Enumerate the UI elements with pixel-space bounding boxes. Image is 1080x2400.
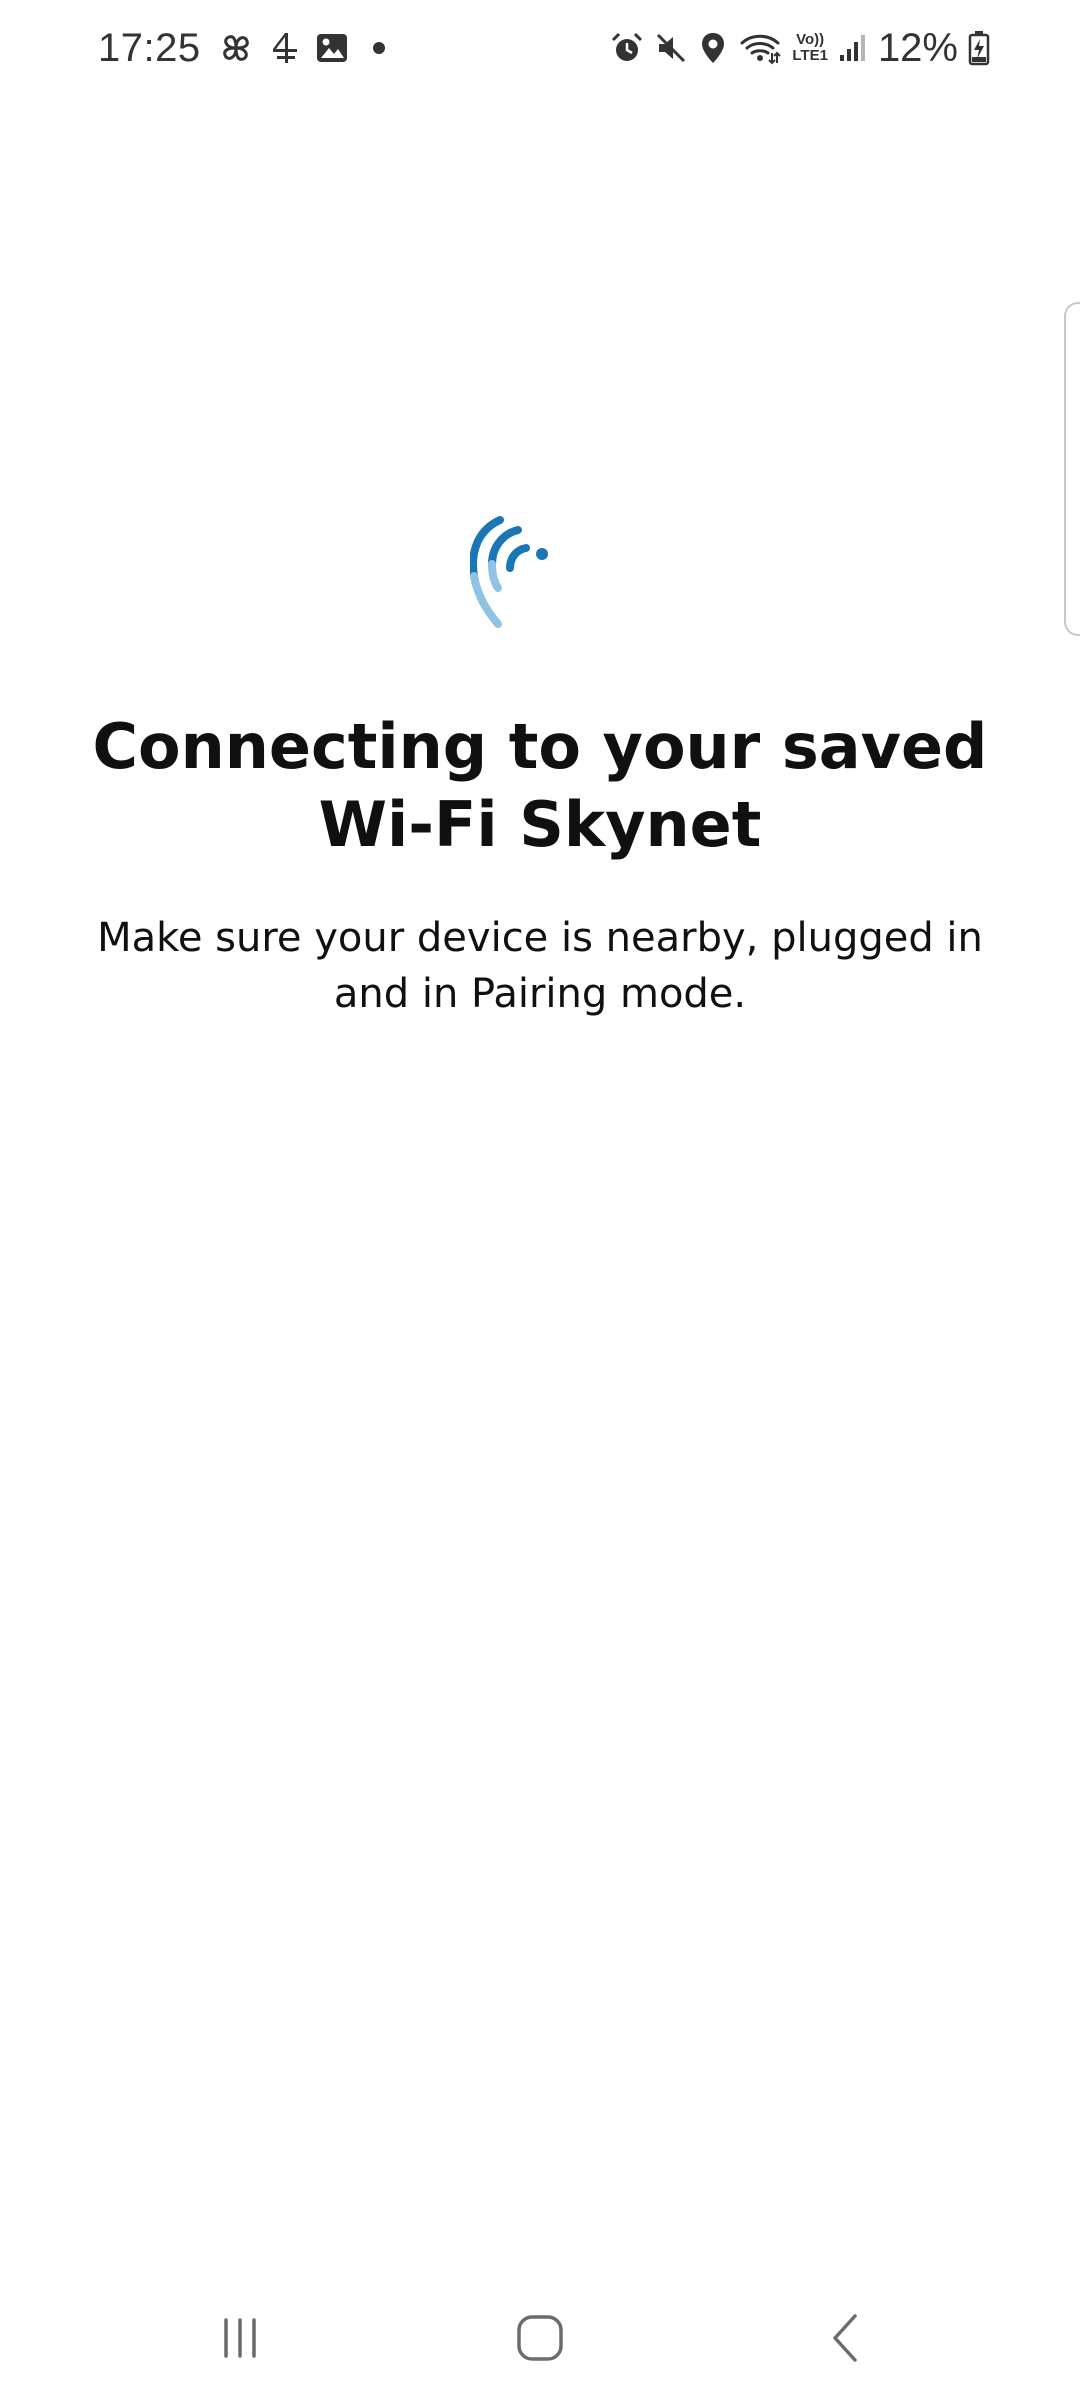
gallery-icon (315, 31, 349, 65)
mute-icon (654, 31, 688, 65)
signal-icon (838, 31, 868, 65)
connecting-signal-icon (469, 512, 560, 632)
page-subtitle: Make sure your device is nearby, plugged… (97, 915, 983, 1017)
location-icon (698, 31, 728, 65)
recents-icon (216, 2314, 264, 2366)
alarm-icon (610, 31, 644, 65)
navigation-bar (0, 2270, 1080, 2400)
home-icon (515, 2313, 565, 2367)
status-bar-right: Vo)) LTE1 12% (610, 22, 990, 74)
volte-label: Vo)) (796, 31, 825, 48)
back-button[interactable] (795, 2290, 895, 2390)
battery-percent: 12% (877, 25, 958, 70)
status-bar: 17:25 Vo)) LTE1 12% (0, 0, 1080, 96)
wifi-icon (738, 31, 782, 65)
pinwheel-icon (217, 29, 255, 67)
notification-dot-icon (372, 42, 385, 54)
battery-charging-icon (968, 30, 990, 66)
edge-panel-handle[interactable] (1064, 302, 1080, 636)
status-bar-left: 17:25 (98, 22, 385, 74)
channel4-icon (271, 29, 299, 67)
recents-button[interactable] (190, 2290, 290, 2390)
page-title: Connecting to your saved Wi-Fi Skynet (92, 710, 988, 861)
status-time: 17:25 (98, 25, 201, 70)
lte-label: LTE1 (792, 47, 828, 64)
back-icon (825, 2312, 865, 2368)
home-button[interactable] (490, 2290, 590, 2390)
volte-lte-icon: Vo)) LTE1 (792, 32, 828, 64)
